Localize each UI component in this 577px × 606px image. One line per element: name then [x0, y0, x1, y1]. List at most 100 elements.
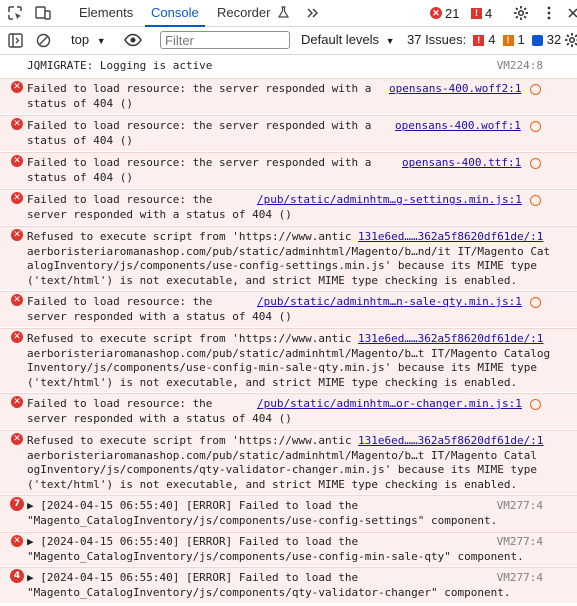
issues-info-count: 32 — [546, 32, 562, 47]
message-line: server responded with a status of 404 () — [27, 207, 292, 221]
message-line: "Magento_CatalogInventory/js/components/… — [27, 549, 524, 563]
grouped-error-message[interactable]: 7 ▶ [2024-04-15 06:55:40] [ERROR] Failed… — [0, 495, 577, 531]
message-source-link[interactable]: opensans-400.woff2:1 — [389, 82, 521, 97]
message-source-link[interactable]: VM224:8 — [497, 59, 543, 74]
message-line: Refused to execute script from ' — [27, 332, 239, 345]
message-line: "Magento_CatalogInventory/js/components/… — [27, 585, 511, 599]
message-line: ('text/html') is not executable, and str… — [27, 273, 518, 287]
script-url-link[interactable]: https://www.antic — [239, 434, 352, 447]
more-options-icon[interactable] — [540, 4, 558, 22]
filter-input[interactable]: Filter — [160, 31, 290, 49]
inspect-element-icon[interactable] — [6, 4, 24, 22]
tab-console[interactable]: Console — [145, 0, 205, 27]
message-source-link[interactable]: 131e6ed……362a5f8620df61de/:1 — [358, 332, 543, 347]
flask-icon — [278, 1, 290, 27]
error-message: ✕ Failed to load resource: the server re… — [0, 393, 577, 429]
warnings-counter[interactable]: ! 4 — [471, 5, 492, 21]
sidebar-toggle-icon[interactable] — [6, 31, 24, 49]
issues-warnings-count: 1 — [517, 32, 525, 47]
clear-console-icon[interactable] — [34, 31, 52, 49]
network-request-icon[interactable] — [530, 121, 541, 132]
tab-elements[interactable]: Elements — [79, 0, 133, 26]
message-source-link[interactable]: opensans-400.woff:1 — [395, 119, 521, 134]
message-line: status of 404 () — [27, 133, 133, 147]
error-icon: ✕ — [11, 229, 23, 241]
close-devtools-icon[interactable] — [564, 4, 577, 22]
errors-counter[interactable]: ✕ 21 — [430, 5, 459, 21]
message-line: ▶ [2024-04-15 06:55:40] [ERROR] Failed t… — [27, 535, 359, 548]
message-line: server responded with a status of 404 () — [27, 411, 292, 425]
script-url-link[interactable]: alogInventory/js/components/use-config-s… — [27, 259, 385, 272]
network-request-icon[interactable] — [530, 399, 541, 410]
message-source-link[interactable]: opensans-400.ttf:1 — [402, 156, 521, 171]
devtools-tabbar: Elements Console Recorder ✕ 21 ! 4 — [0, 0, 577, 27]
more-tabs-chevron-icon[interactable] — [304, 4, 322, 22]
message-source-link[interactable]: VM277:4 — [497, 571, 543, 586]
issues-button[interactable]: 37 Issues: ! 4 ! 1 32 — [407, 31, 561, 49]
warning-flag-icon: ! — [471, 7, 482, 19]
script-url-link[interactable]: aerboristeriaromanashop.com/pub/static/a… — [27, 347, 550, 360]
network-request-icon[interactable] — [530, 195, 541, 206]
error-icon: ✕ — [11, 118, 23, 130]
script-url-link[interactable]: Inventory/js/components/use-config-min-s… — [27, 361, 385, 374]
network-request-icon[interactable] — [530, 297, 541, 308]
error-message: ✕ Refused to execute script from 'https:… — [0, 430, 577, 494]
message-line: ('text/html') is not executable, and str… — [27, 375, 518, 389]
error-message: ✕ Refused to execute script from 'https:… — [0, 328, 577, 392]
log-levels-dropdown[interactable]: Default levels ▼ — [301, 31, 395, 50]
message-line: Refused to execute script from ' — [27, 434, 239, 447]
script-url-link[interactable]: aerboristeriaromanashop.com/pub/static/a… — [27, 245, 550, 258]
message-line: Failed to load resource: the — [27, 397, 213, 410]
script-url-link[interactable]: ogInventory/js/components/qty-validator-… — [27, 463, 385, 476]
error-icon: ✕ — [11, 396, 23, 408]
tab-recorder-label: Recorder — [217, 5, 271, 20]
repeat-count-badge: 7 — [10, 497, 24, 511]
issue-info-icon — [531, 34, 543, 46]
error-icon: ✕ — [11, 294, 23, 306]
message-source-link[interactable]: 131e6ed……362a5f8620df61de/:1 — [358, 434, 543, 449]
script-url-link[interactable]: https://www.antic — [239, 332, 352, 345]
network-request-icon[interactable] — [530, 84, 541, 95]
context-label: top — [71, 32, 90, 47]
console-settings-gear-icon[interactable] — [563, 31, 577, 49]
console-info-message: JQMIGRATE: Logging is active VM224:8 — [0, 59, 577, 77]
message-text: ▶ [2024-04-15 06:55:40] [ERROR] Failed t… — [27, 499, 547, 528]
issue-error-icon: ! — [473, 34, 485, 46]
script-url-link[interactable]: aerboristeriaromanashop.com/pub/static/a… — [27, 449, 537, 462]
error-icon: ✕ — [11, 155, 23, 167]
message-line: Failed to load resource: the server resp… — [27, 82, 372, 95]
message-text: ▶ [2024-04-15 06:55:40] [ERROR] Failed t… — [27, 571, 547, 600]
console-toolbar: top ▼ Filter Default levels ▼ 37 Issues:… — [0, 27, 577, 55]
error-message: ✕ Failed to load resource: the server re… — [0, 189, 577, 225]
message-source-link[interactable]: /pub/static/adminhtm…g-settings.min.js:1 — [257, 193, 522, 208]
error-message: ✕ Refused to execute script from 'https:… — [0, 226, 577, 290]
live-expression-eye-icon[interactable] — [124, 31, 142, 49]
settings-gear-icon[interactable] — [512, 4, 530, 22]
message-line: ▶ [2024-04-15 06:55:40] [ERROR] Failed t… — [27, 571, 359, 584]
context-selector[interactable]: top ▼ — [71, 31, 106, 50]
message-line: status of 404 () — [27, 170, 133, 184]
message-source-link[interactable]: /pub/static/adminhtm…n-sale-qty.min.js:1 — [257, 295, 522, 310]
issues-label: 37 Issues: — [407, 32, 467, 47]
message-line: Failed to load resource: the server resp… — [27, 156, 372, 169]
message-line: ' because its MIME type — [384, 463, 537, 477]
tab-console-label: Console — [151, 5, 199, 20]
grouped-error-message[interactable]: 4 ▶ [2024-04-15 06:55:40] [ERROR] Failed… — [0, 567, 577, 603]
device-toolbar-icon[interactable] — [34, 4, 52, 22]
message-source-link[interactable]: VM277:4 — [497, 499, 543, 514]
message-line: Failed to load resource: the — [27, 295, 213, 308]
message-line: ▶ [2024-04-15 06:55:40] [ERROR] Failed t… — [27, 499, 359, 512]
message-source-link[interactable]: /pub/static/adminhtm…or-changer.min.js:1 — [257, 397, 522, 412]
message-line: ('text/html') is not executable, and str… — [27, 477, 518, 491]
tab-recorder[interactable]: Recorder — [217, 0, 290, 27]
error-icon: ✕ — [11, 192, 23, 204]
script-url-link[interactable]: https://www.antic — [239, 230, 352, 243]
message-source-link[interactable]: VM277:4 — [497, 535, 543, 550]
message-line: "Magento_CatalogInventory/js/components/… — [27, 513, 498, 527]
grouped-error-message[interactable]: ✕ ▶ [2024-04-15 06:55:40] [ERROR] Failed… — [0, 532, 577, 566]
network-request-icon[interactable] — [530, 158, 541, 169]
issues-errors-count: 4 — [488, 32, 496, 47]
message-source-link[interactable]: 131e6ed……362a5f8620df61de/:1 — [358, 230, 543, 245]
errors-count: 21 — [445, 5, 460, 21]
log-levels-label: Default levels — [301, 32, 380, 47]
